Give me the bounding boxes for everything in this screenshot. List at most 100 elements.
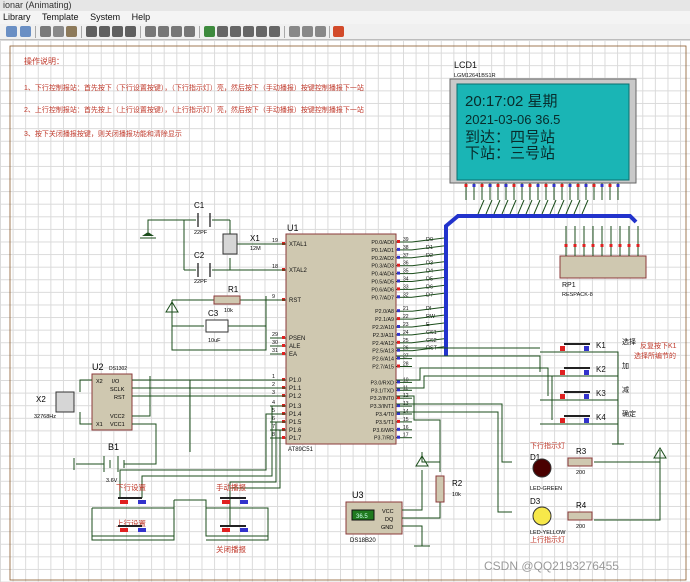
exit-parent-icon[interactable] (269, 26, 280, 37)
instructions-heading: 操作说明： (24, 56, 64, 66)
make-device-icon[interactable] (171, 26, 182, 37)
search-icon[interactable] (217, 26, 228, 37)
pin-state-marker (472, 184, 476, 187)
pin-state-marker (397, 356, 400, 360)
pin-state-marker (584, 184, 588, 187)
pin-state-marker (397, 317, 400, 321)
schematic-canvas[interactable]: 操作说明： 1、下行控制报站：首先按下（下行设置按键），（下行指示灯）亮，然后按… (0, 40, 690, 582)
netlist-icon[interactable] (315, 26, 326, 37)
bus-entry (525, 199, 533, 215)
window-title: ionar (Animating) (0, 0, 690, 11)
key-k3[interactable]: K3 减 (540, 385, 629, 401)
watermark: CSDN @QQ2193276455 (484, 559, 619, 573)
key-k2[interactable]: K2 加 (540, 361, 629, 377)
mcu-left-pin-num: 1 (272, 374, 275, 380)
property-tool-icon[interactable] (230, 26, 241, 37)
u3-pin-gnd: GND (381, 525, 393, 531)
pin-state-marker (397, 364, 400, 368)
r2-value: 10k (452, 492, 461, 498)
u2-pin-rst: RST (114, 395, 126, 401)
mcu-left-pin-num: 19 (272, 238, 278, 244)
bus-entry (549, 199, 557, 215)
mcu-left-pin-num: 31 (272, 348, 278, 354)
btn-manual-broadcast[interactable]: 手动播报 (214, 482, 252, 509)
pin-state-marker (464, 184, 468, 187)
key-ref: K4 (596, 413, 606, 422)
pin-state-marker (488, 184, 492, 187)
d3-ref: D3 (530, 497, 541, 506)
pin-state-marker (618, 244, 622, 247)
pin-state-marker (520, 184, 524, 187)
bus-entry (493, 199, 501, 215)
pin-state-marker (496, 184, 500, 187)
pin-state-marker (609, 244, 613, 247)
btn-up-set[interactable]: 上行设置 (110, 518, 150, 537)
copy-icon[interactable] (53, 26, 64, 37)
pin-state-marker (564, 244, 568, 247)
rp1-ref: RP1 (562, 282, 576, 289)
mcu-right-pin-name: P0.4/AD4 (371, 272, 394, 278)
instruction-line-3: 3、按下关闭播报按键，则关闭播报功能和清除显示 (24, 129, 182, 138)
block-move-icon[interactable] (99, 26, 110, 37)
d1-part: LED-GREEN (530, 486, 562, 492)
mcu-left-pin-name: P1.0 (289, 378, 302, 384)
mcu-right-pin-name: P3.6/WR (373, 428, 394, 434)
menu-library[interactable]: Library (3, 12, 31, 22)
menu-system[interactable]: System (90, 12, 120, 22)
u2-pin-io: I/O (112, 379, 120, 385)
key-k4[interactable]: K4 确定 (540, 409, 636, 425)
u2-pin-sclk: SCLK (110, 387, 125, 393)
pin-state-marker (627, 244, 631, 247)
d1-led (532, 458, 552, 478)
ares-icon[interactable] (333, 26, 344, 37)
u2-pin-vcc2: VCC2 (110, 414, 125, 420)
pick-icon[interactable] (158, 26, 169, 37)
x1-value: 12M (250, 246, 261, 252)
package-tool-icon[interactable] (184, 26, 195, 37)
pin-state-marker (397, 295, 400, 299)
mcu-right-pin-num: 36 (403, 261, 409, 267)
mcu-right-pin-name: P0.3/AD3 (371, 264, 394, 270)
block-delete-icon[interactable] (125, 26, 136, 37)
menu-bar: Library Template System Help (0, 11, 690, 24)
block-rotate-icon[interactable] (112, 26, 123, 37)
key-label: 选择 (622, 337, 636, 346)
d3-led (532, 506, 552, 526)
mcu-left-pin-name: P1.3 (289, 404, 302, 410)
c3-symbol (205, 319, 229, 333)
bus-entry (565, 199, 573, 215)
mcu-right-pin-name: P3.1/TXD (371, 388, 394, 394)
bom-icon[interactable] (289, 26, 300, 37)
pin-state-marker (480, 184, 484, 187)
menu-help[interactable]: Help (132, 12, 151, 22)
bus-entries (477, 199, 589, 215)
remove-sheet-icon[interactable] (256, 26, 267, 37)
pin-state-marker (282, 336, 285, 339)
key-ref: K2 (596, 365, 606, 374)
pin-state-marker (636, 244, 640, 247)
pin-state-marker (397, 255, 400, 259)
x1-ref: X1 (250, 234, 260, 243)
new-sheet-icon[interactable] (243, 26, 254, 37)
mcu-left-pin-num: 2 (272, 382, 275, 388)
wire-autorouter-icon[interactable] (204, 26, 215, 37)
pin-state-marker (397, 427, 400, 431)
mcu-right-pin-num: 15 (403, 417, 409, 423)
menu-template[interactable]: Template (42, 12, 79, 22)
key-k1[interactable]: K1 选择 (540, 337, 636, 353)
block-copy-icon[interactable] (86, 26, 97, 37)
c2-value: 22PF (194, 279, 208, 285)
redo-icon[interactable] (20, 26, 31, 37)
mcu-right-pin-num: 38 (403, 245, 409, 251)
undo-icon[interactable] (6, 26, 17, 37)
btn-down-set[interactable]: 下行设置 (110, 482, 150, 509)
mcu-right-pin-name: P3.0/RXD (370, 380, 394, 386)
u2-pin-x1: X1 (96, 422, 103, 428)
cut-icon[interactable] (40, 26, 51, 37)
d1-label: 下行指示灯 (530, 441, 565, 450)
zoom-icon[interactable] (145, 26, 156, 37)
r4-value: 200 (576, 524, 585, 530)
paste-icon[interactable] (66, 26, 77, 37)
report-icon[interactable] (302, 26, 313, 37)
mcu-left-pin-name: P1.2 (289, 394, 302, 400)
